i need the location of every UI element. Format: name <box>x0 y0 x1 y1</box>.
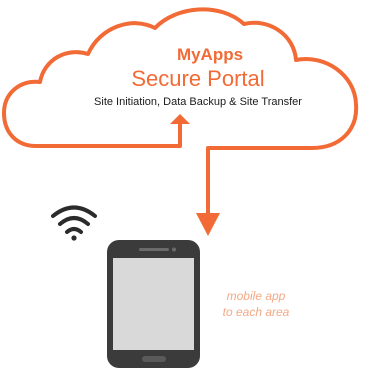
wifi-icon <box>51 205 97 241</box>
arrow-down-icon <box>196 213 220 236</box>
note-line-2: to each area <box>223 305 290 319</box>
note-line-1: mobile app <box>227 289 286 303</box>
portal-subtitle: Site Initiation, Data Backup & Site Tran… <box>94 96 302 108</box>
brand-name: MyApps <box>177 45 243 64</box>
arrow-up-icon <box>125 122 182 148</box>
arrow-up-head <box>170 114 190 124</box>
secure-portal-diagram: MyApps Secure Portal Site Initiation, Da… <box>2 7 359 368</box>
portal-title: Secure Portal <box>131 66 264 91</box>
smartphone-icon <box>107 240 200 368</box>
